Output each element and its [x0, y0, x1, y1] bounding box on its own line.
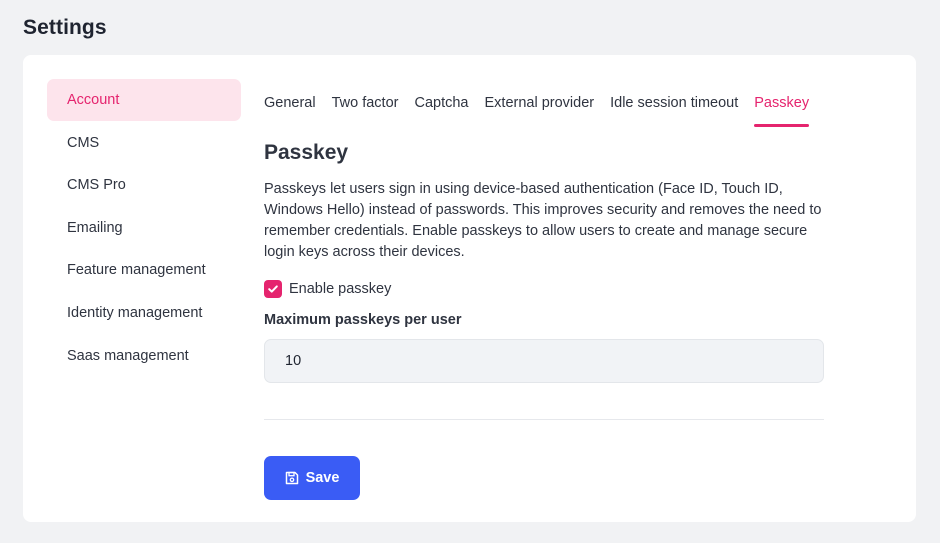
save-button-label: Save — [305, 470, 340, 486]
enable-passkey-label: Enable passkey — [289, 281, 392, 297]
sidebar-item-identity-management[interactable]: Identity management — [47, 292, 241, 334]
section-title: Passkey — [264, 141, 349, 164]
passkey-panel: General Two factor Captcha External prov… — [264, 79, 824, 500]
tab-two-factor[interactable]: Two factor — [332, 79, 399, 127]
settings-tabs: General Two factor Captcha External prov… — [264, 79, 824, 127]
enable-passkey-checkbox[interactable] — [264, 280, 282, 298]
divider — [264, 419, 824, 420]
tab-idle-session-timeout[interactable]: Idle session timeout — [610, 79, 738, 127]
sidebar-item-cms-pro[interactable]: CMS Pro — [47, 164, 241, 206]
tab-general[interactable]: General — [264, 79, 316, 127]
settings-sidebar: Account CMS CMS Pro Emailing Feature man… — [47, 79, 241, 377]
passkey-description: Passkeys let users sign in using device-… — [264, 181, 822, 260]
max-passkeys-label: Maximum passkeys per user — [264, 312, 462, 328]
save-button[interactable]: Save — [264, 456, 360, 500]
sidebar-item-cms[interactable]: CMS — [47, 122, 241, 164]
sidebar-item-emailing[interactable]: Emailing — [47, 207, 241, 249]
tab-passkey[interactable]: Passkey — [754, 79, 809, 127]
sidebar-item-feature-management[interactable]: Feature management — [47, 249, 241, 291]
sidebar-item-saas-management[interactable]: Saas management — [47, 335, 241, 377]
settings-card: Account CMS CMS Pro Emailing Feature man… — [23, 55, 916, 522]
tab-captcha[interactable]: Captcha — [414, 79, 468, 127]
tab-external-provider[interactable]: External provider — [485, 79, 595, 127]
check-icon — [268, 285, 278, 293]
page-title: Settings — [23, 16, 107, 39]
floppy-disk-icon — [285, 471, 299, 485]
enable-passkey-row: Enable passkey — [264, 279, 824, 299]
sidebar-item-account[interactable]: Account — [47, 79, 241, 121]
max-passkeys-input[interactable] — [264, 339, 824, 383]
